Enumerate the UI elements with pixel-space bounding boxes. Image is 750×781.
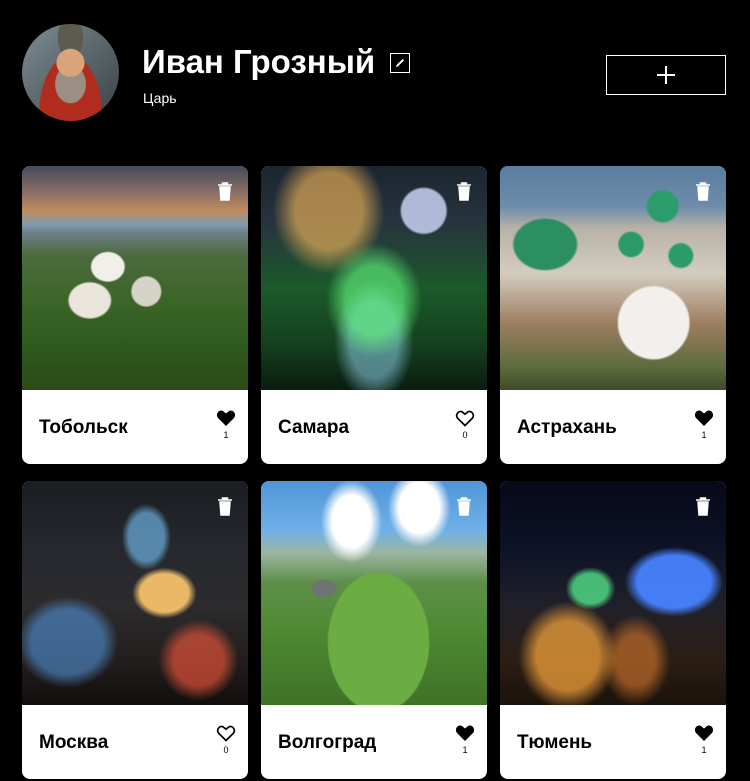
places-grid: Тобольск 1 Самара 0 Астрахань 1 Москва 0… bbox=[22, 166, 728, 779]
trash-icon bbox=[218, 182, 232, 201]
place-card: Волгоград 1 bbox=[261, 481, 487, 779]
delete-button[interactable] bbox=[455, 181, 473, 201]
like-count: 1 bbox=[462, 745, 468, 755]
edit-profile-button[interactable] bbox=[390, 53, 410, 73]
heart-icon[interactable] bbox=[455, 724, 475, 742]
profile-title: Царь bbox=[143, 90, 177, 106]
place-photo[interactable] bbox=[500, 166, 726, 390]
add-place-button[interactable] bbox=[606, 55, 726, 95]
like-count: 0 bbox=[223, 745, 229, 755]
like-area: 0 bbox=[215, 724, 237, 756]
heart-icon[interactable] bbox=[694, 409, 714, 427]
delete-button[interactable] bbox=[216, 181, 234, 201]
place-photo[interactable] bbox=[22, 481, 248, 705]
place-photo[interactable] bbox=[261, 481, 487, 705]
place-photo[interactable] bbox=[500, 481, 726, 705]
heart-icon[interactable] bbox=[455, 409, 475, 427]
trash-icon bbox=[696, 497, 710, 516]
trash-icon bbox=[457, 182, 471, 201]
place-title: Москва bbox=[39, 732, 109, 753]
trash-icon bbox=[696, 182, 710, 201]
delete-button[interactable] bbox=[694, 496, 712, 516]
place-title: Тюмень bbox=[517, 732, 593, 753]
place-card: Москва 0 bbox=[22, 481, 248, 779]
heart-icon[interactable] bbox=[216, 724, 236, 742]
like-count: 1 bbox=[701, 745, 707, 755]
delete-button[interactable] bbox=[216, 496, 234, 516]
heart-icon[interactable] bbox=[694, 724, 714, 742]
like-area: 1 bbox=[693, 724, 715, 756]
delete-button[interactable] bbox=[455, 496, 473, 516]
place-title: Самара bbox=[278, 417, 350, 438]
plus-icon bbox=[657, 66, 675, 84]
trash-icon bbox=[218, 497, 232, 516]
place-card: Тюмень 1 bbox=[500, 481, 726, 779]
delete-button[interactable] bbox=[694, 181, 712, 201]
place-card: Тобольск 1 bbox=[22, 166, 248, 464]
like-area: 1 bbox=[454, 724, 476, 756]
like-area: 1 bbox=[693, 409, 715, 441]
like-count: 0 bbox=[462, 430, 468, 440]
place-photo[interactable] bbox=[261, 166, 487, 390]
avatar[interactable] bbox=[22, 24, 119, 121]
place-title: Астрахань bbox=[517, 417, 617, 438]
profile-section: Иван Грозный Царь bbox=[22, 24, 728, 122]
like-count: 1 bbox=[223, 430, 229, 440]
like-area: 0 bbox=[454, 409, 476, 441]
place-card: Астрахань 1 bbox=[500, 166, 726, 464]
trash-icon bbox=[457, 497, 471, 516]
place-title: Волгоград bbox=[278, 732, 377, 753]
like-count: 1 bbox=[701, 430, 707, 440]
like-area: 1 bbox=[215, 409, 237, 441]
profile-name: Иван Грозный bbox=[142, 43, 376, 80]
place-photo[interactable] bbox=[22, 166, 248, 390]
heart-icon[interactable] bbox=[216, 409, 236, 427]
place-title: Тобольск bbox=[39, 417, 128, 438]
place-card: Самара 0 bbox=[261, 166, 487, 464]
pencil-icon bbox=[396, 59, 404, 67]
